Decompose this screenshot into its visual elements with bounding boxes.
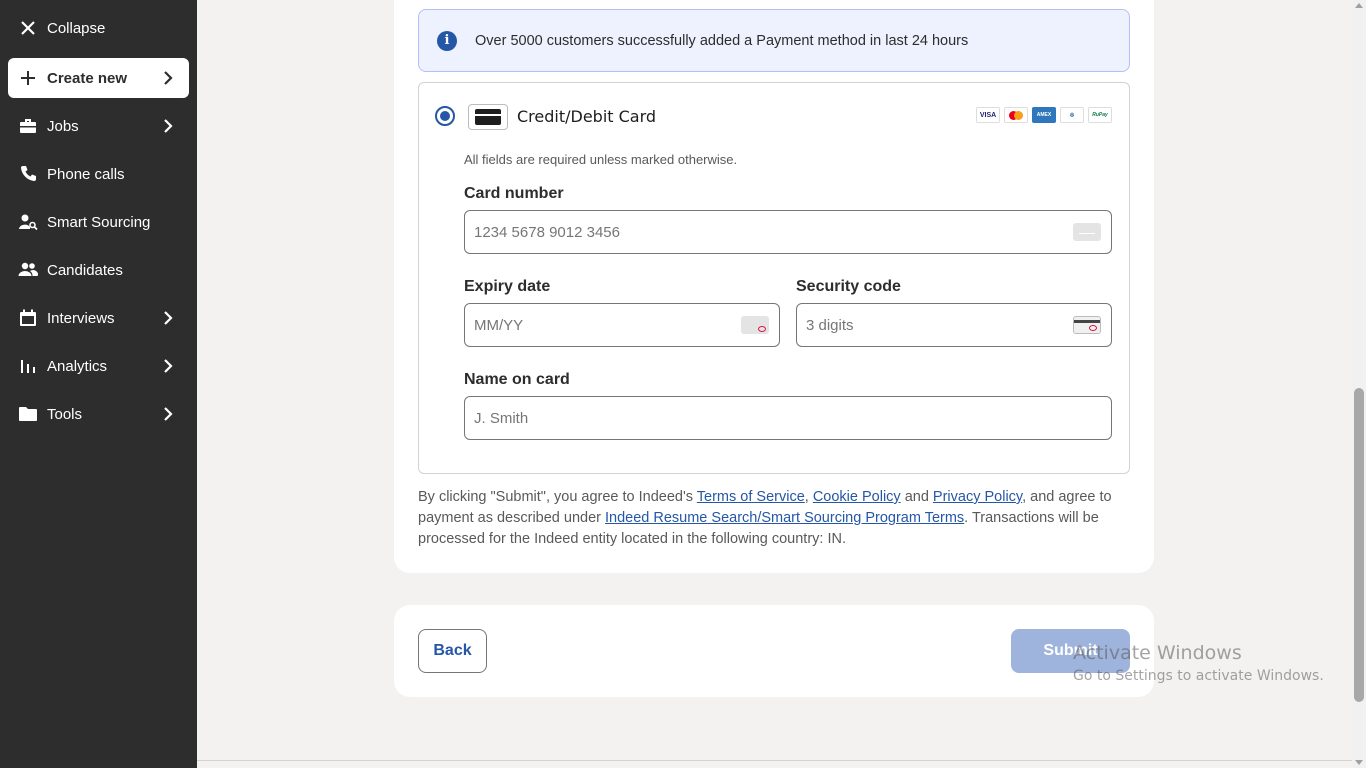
- chevron-right-icon: [159, 117, 177, 135]
- sidebar-item-label: Candidates: [47, 261, 123, 279]
- legal-text-part: and: [900, 489, 933, 505]
- credit-card-icon: [468, 104, 508, 130]
- scroll-down-icon[interactable]: [1355, 760, 1363, 765]
- sidebar-item-label: Jobs: [47, 117, 79, 135]
- privacy-policy-link[interactable]: Privacy Policy: [933, 489, 1022, 505]
- sidebar-item-label: Phone calls: [47, 165, 125, 183]
- briefcase-icon: [17, 115, 39, 137]
- info-banner: i Over 5000 customers successfully added…: [418, 9, 1130, 72]
- chevron-right-icon: [159, 405, 177, 423]
- card-number-label: Card number: [464, 185, 564, 202]
- card-number-placeholder: 1234 5678 9012 3456: [474, 223, 620, 241]
- card-front-icon: [1073, 223, 1101, 241]
- close-icon: [17, 17, 39, 39]
- name-on-card-label: Name on card: [464, 371, 570, 388]
- legal-text-part: By clicking "Submit", you agree to Indee…: [418, 489, 697, 505]
- sidebar-item-analytics[interactable]: Analytics: [8, 346, 189, 386]
- calendar-icon: [17, 307, 39, 329]
- terms-of-service-link[interactable]: Terms of Service: [697, 489, 805, 505]
- folder-icon: [17, 403, 39, 425]
- security-code-placeholder: 3 digits: [806, 316, 854, 334]
- sidebar-item-tools[interactable]: Tools: [8, 394, 189, 434]
- info-icon: i: [437, 30, 457, 51]
- sidebar-item-create-new[interactable]: Create new: [8, 58, 189, 98]
- card-cvv-icon: [1073, 316, 1101, 334]
- rupay-icon: RuPay: [1088, 107, 1112, 123]
- actions-panel: Back Submit: [394, 605, 1154, 697]
- visa-icon: VISA: [976, 107, 1000, 123]
- chevron-right-icon: [159, 309, 177, 327]
- back-button[interactable]: Back: [418, 629, 487, 673]
- sidebar-item-jobs[interactable]: Jobs: [8, 106, 189, 146]
- required-fields-note: All fields are required unless marked ot…: [464, 152, 738, 167]
- sidebar: Collapse Create new Jobs Phone calls Sma…: [0, 0, 197, 768]
- bar-chart-icon: [17, 355, 39, 377]
- legal-text-part: ,: [804, 489, 813, 505]
- mastercard-icon: [1004, 107, 1028, 123]
- sidebar-item-label: Smart Sourcing: [47, 213, 151, 231]
- credit-card-radio[interactable]: [435, 106, 455, 126]
- plus-icon: [17, 67, 39, 89]
- name-on-card-field[interactable]: J. Smith: [464, 396, 1112, 440]
- chevron-right-icon: [159, 357, 177, 375]
- phone-icon: [17, 163, 39, 185]
- cookie-policy-link[interactable]: Cookie Policy: [813, 489, 901, 505]
- credit-card-section: Credit/Debit Card VISA AMEX ◎ RuPay All …: [418, 82, 1130, 474]
- sidebar-item-interviews[interactable]: Interviews: [8, 298, 189, 338]
- divider: [197, 760, 1352, 761]
- collapse-label: Collapse: [47, 19, 106, 37]
- payment-method-title: Credit/Debit Card: [517, 107, 657, 126]
- radio-selected-dot: [440, 111, 450, 121]
- sidebar-item-label: Create new: [47, 69, 128, 87]
- vertical-scrollbar[interactable]: [1352, 0, 1366, 768]
- sidebar-item-candidates[interactable]: Candidates: [8, 250, 189, 290]
- diners-icon: ◎: [1060, 107, 1084, 123]
- card-number-field[interactable]: 1234 5678 9012 3456: [464, 210, 1112, 254]
- watermark-title: Activate Windows: [1073, 642, 1242, 664]
- sidebar-item-label: Analytics: [47, 357, 108, 375]
- card-brands: VISA AMEX ◎ RuPay: [976, 107, 1112, 123]
- sidebar-item-smart-sourcing[interactable]: Smart Sourcing: [8, 202, 189, 242]
- sidebar-item-phone-calls[interactable]: Phone calls: [8, 154, 189, 194]
- name-on-card-placeholder: J. Smith: [474, 409, 529, 427]
- program-terms-link[interactable]: Indeed Resume Search/Smart Sourcing Prog…: [605, 510, 964, 526]
- payment-card-panel: i Over 5000 customers successfully added…: [394, 0, 1154, 573]
- security-code-label: Security code: [796, 278, 901, 295]
- expiry-date-field[interactable]: MM/YY: [464, 303, 780, 347]
- watermark-subtitle: Go to Settings to activate Windows.: [1073, 668, 1324, 684]
- expiry-date-label: Expiry date: [464, 278, 551, 295]
- person-search-icon: [17, 211, 39, 233]
- expiry-date-placeholder: MM/YY: [474, 316, 524, 334]
- scrollbar-thumb[interactable]: [1354, 388, 1364, 702]
- info-banner-text: Over 5000 customers successfully added a…: [475, 32, 969, 49]
- windows-activation-watermark: Activate Windows Go to Settings to activ…: [1073, 642, 1324, 684]
- legal-text: By clicking "Submit", you agree to Indee…: [418, 487, 1130, 550]
- sidebar-item-label: Interviews: [47, 309, 115, 327]
- collapse-button[interactable]: Collapse: [8, 8, 189, 48]
- people-icon: [17, 259, 39, 281]
- chevron-right-icon: [159, 69, 177, 87]
- card-expiry-icon: [741, 316, 769, 334]
- amex-icon: AMEX: [1032, 107, 1056, 123]
- security-code-field[interactable]: 3 digits: [796, 303, 1112, 347]
- sidebar-item-label: Tools: [47, 405, 83, 423]
- scroll-up-icon[interactable]: [1355, 3, 1363, 8]
